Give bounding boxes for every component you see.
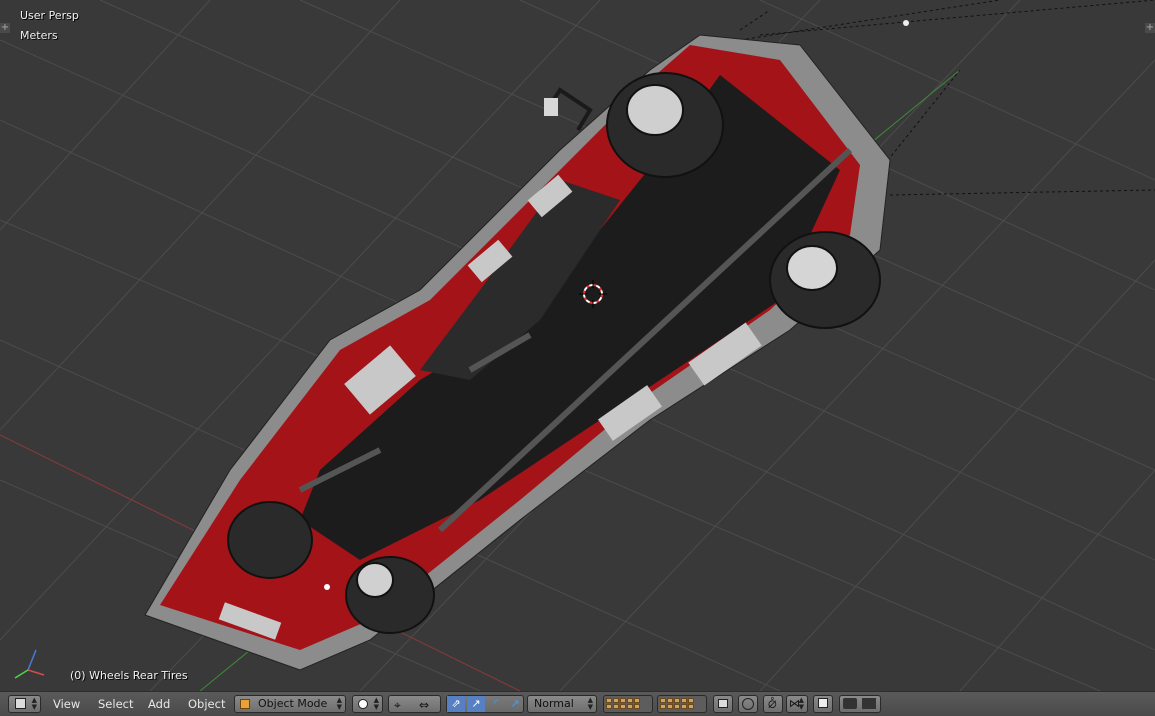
render-anim-icon[interactable] xyxy=(862,698,876,709)
snap-target-icon xyxy=(818,698,828,708)
menu-add[interactable]: Add xyxy=(148,696,170,712)
lock-button[interactable] xyxy=(713,695,733,713)
layers-icon xyxy=(606,694,641,713)
snap-icon: ⦲ xyxy=(768,697,777,711)
toolshelf-expand-icon[interactable]: + xyxy=(1145,23,1155,33)
layers-group-2[interactable] xyxy=(657,695,707,713)
pivot-icon: ⌖ xyxy=(394,698,401,712)
units-label: Meters xyxy=(20,29,58,42)
3d-view-header: ▲ ▼ View Select Add Object Object Mode ▲ ▼… xyxy=(0,691,1155,716)
axis-gizmo xyxy=(14,649,45,679)
lamp-point[interactable] xyxy=(903,20,909,26)
mode-select[interactable]: Object Mode ▲ ▼ xyxy=(234,695,346,713)
editor-type-icon xyxy=(15,698,26,709)
manipulator-extra-icon[interactable]: ↗ xyxy=(507,696,523,712)
lock-icon xyxy=(718,699,728,708)
snap-target-button[interactable] xyxy=(813,695,833,713)
editor-type-button[interactable]: ▲ ▼ xyxy=(8,695,41,713)
view-name-label: User Persp xyxy=(20,9,79,22)
viewport-shading-icon xyxy=(358,699,368,709)
dropdown-arrows-icon: ▲ ▼ xyxy=(587,696,593,711)
dropdown-arrows-icon: ▲ ▼ xyxy=(31,696,37,711)
dropdown-arrows-icon: ▲ ▼ xyxy=(336,696,342,711)
3d-viewport[interactable]: + + User Persp Meters (0) Wheels Rear Ti… xyxy=(0,0,1155,691)
truck-model[interactable] xyxy=(144,34,891,671)
menu-select[interactable]: Select xyxy=(98,696,133,712)
layers-group-1[interactable] xyxy=(603,695,653,713)
render-buttons[interactable] xyxy=(839,695,881,713)
manipulator-toggle-icon: ⇔ xyxy=(419,698,430,712)
manipulator-group[interactable]: ⇗ ↗ ◜ ↗ xyxy=(446,695,524,713)
object-origin[interactable] xyxy=(324,584,330,590)
proportional-edit-icon xyxy=(742,698,754,710)
snap-button[interactable]: ⦲ xyxy=(763,695,783,713)
selection-info-label: (0) Wheels Rear Tires xyxy=(70,669,188,682)
transform-orientation-label: Normal xyxy=(534,697,574,710)
region-expand-icon[interactable]: + xyxy=(0,23,10,33)
dropdown-arrows-icon: ▲ ▼ xyxy=(798,696,804,711)
mode-select-label: Object Mode xyxy=(258,697,328,710)
layers-icon xyxy=(660,694,695,713)
proportional-edit-button[interactable] xyxy=(738,695,758,713)
object-mode-icon xyxy=(240,699,250,709)
manipulator-rotate-icon[interactable]: ↗ xyxy=(467,696,485,712)
menu-object[interactable]: Object xyxy=(188,696,225,712)
menu-view[interactable]: View xyxy=(53,696,80,712)
pivot-point-select[interactable]: ⌖ ⇔ xyxy=(388,695,441,713)
manipulator-scale-icon[interactable]: ◜ xyxy=(487,696,505,712)
viewport-shading-select[interactable]: ▲ ▼ xyxy=(352,695,383,713)
transform-orientation-select[interactable]: Normal ▲ ▼ xyxy=(527,695,597,713)
dropdown-arrows-icon: ▲ ▼ xyxy=(373,696,379,711)
snap-element-select[interactable]: ⋈ ▲ ▼ xyxy=(786,695,808,713)
manipulator-translate-icon[interactable]: ⇗ xyxy=(447,696,465,712)
viewport-scene xyxy=(0,0,1155,691)
render-icon[interactable] xyxy=(843,698,857,709)
